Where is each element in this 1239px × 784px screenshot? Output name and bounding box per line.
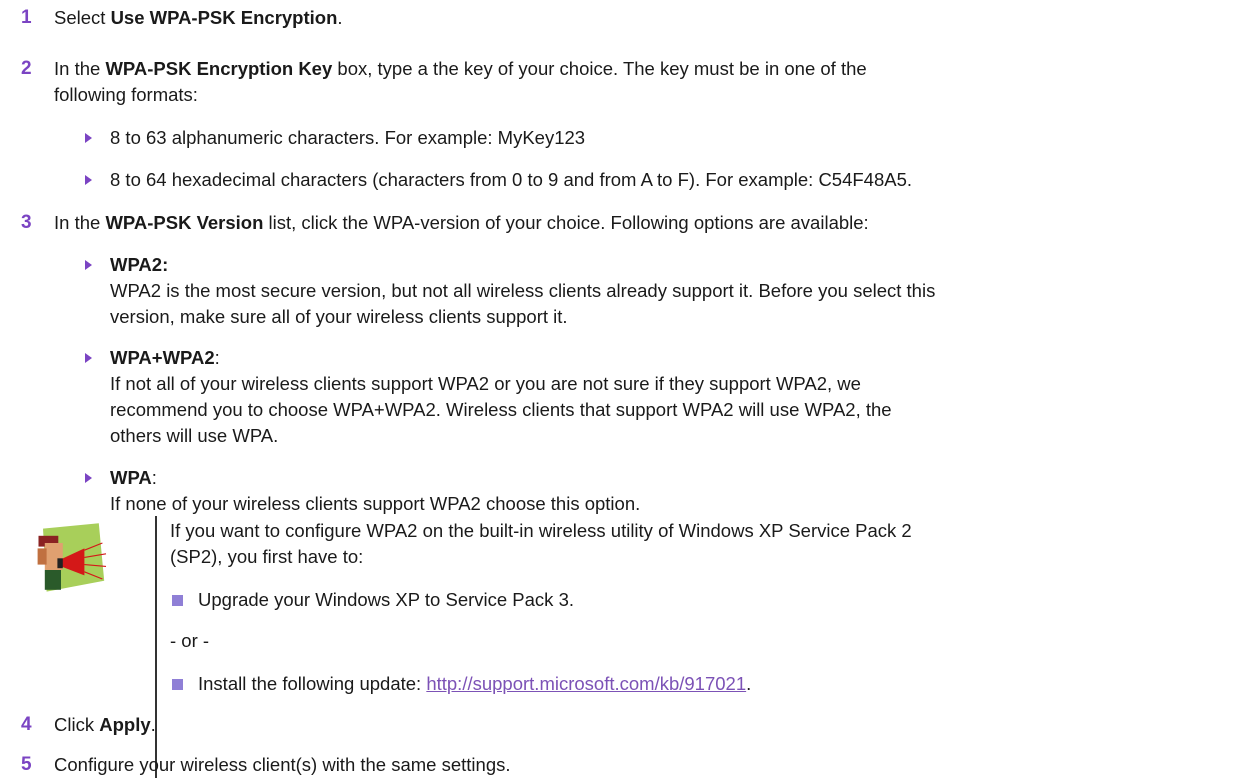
triangle-bullet-icon bbox=[85, 353, 92, 363]
step-number: 2 bbox=[21, 58, 32, 79]
triangle-bullet-icon bbox=[85, 473, 92, 483]
megaphone-person-icon bbox=[37, 523, 107, 592]
square-bullet-icon bbox=[172, 679, 183, 690]
step-number: 3 bbox=[21, 212, 32, 233]
step-number: 5 bbox=[21, 754, 32, 775]
step-number: 1 bbox=[21, 7, 32, 28]
triangle-bullet-icon bbox=[85, 175, 92, 185]
kb-update-link[interactable]: http://support.microsoft.com/kb/917021 bbox=[426, 673, 746, 694]
square-bullet-icon bbox=[172, 595, 183, 606]
triangle-bullet-icon bbox=[85, 260, 92, 270]
note-divider bbox=[155, 516, 157, 778]
document-page: 1 Select Use WPA-PSK Encryption. 2 In th… bbox=[0, 0, 1239, 784]
step-number: 4 bbox=[21, 714, 32, 735]
triangle-bullet-icon bbox=[85, 133, 92, 143]
